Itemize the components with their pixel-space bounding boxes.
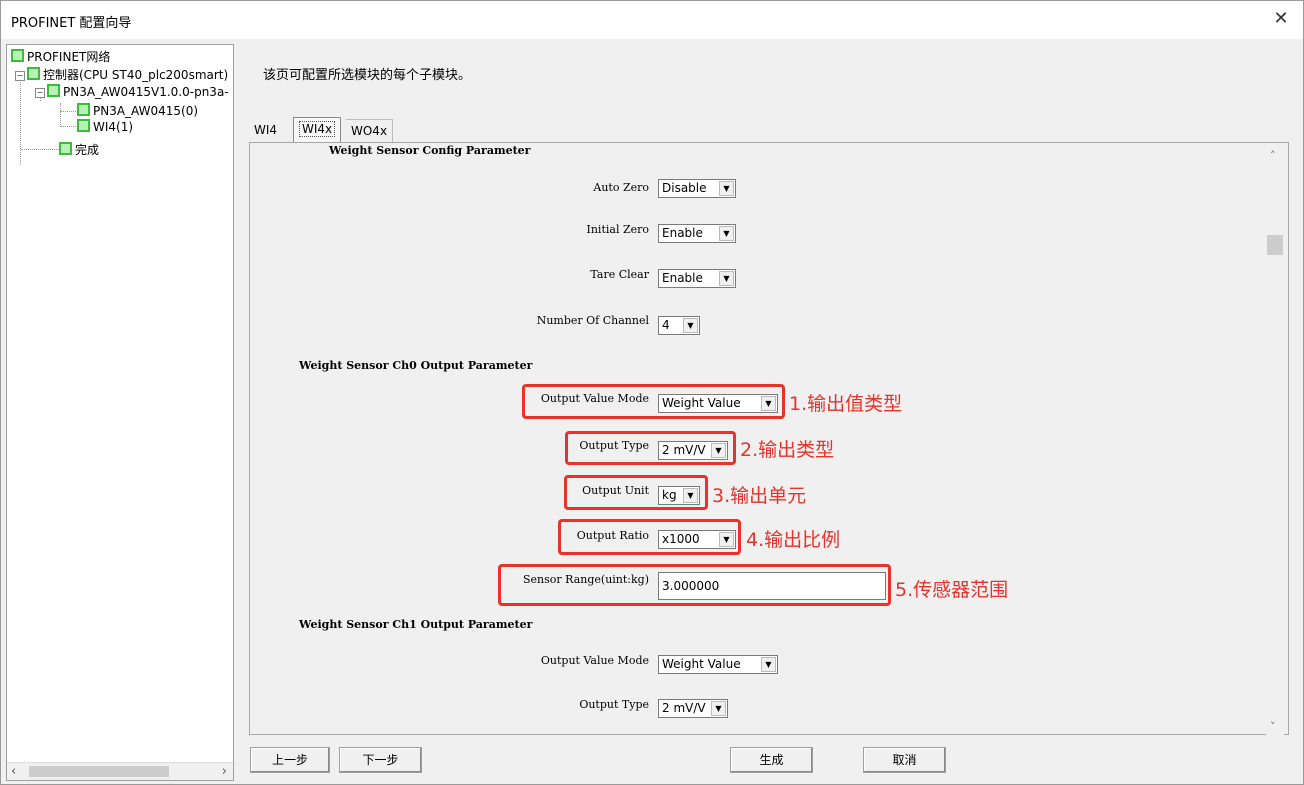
module-icon — [59, 142, 72, 155]
module-icon — [47, 84, 60, 97]
collapse-icon[interactable]: − — [15, 71, 25, 81]
dropdown-arrow-icon[interactable]: ▼ — [719, 226, 734, 241]
dropdown-arrow-icon[interactable]: ▼ — [719, 181, 734, 196]
tab-label: WO4x — [351, 124, 388, 138]
scroll-left-icon[interactable]: ‹ — [11, 764, 16, 779]
tree-item-label: 控制器(CPU ST40_plc200smart) — [43, 68, 229, 82]
tree-item-pn3a-device[interactable]: − PN3A_AW0415V1.0.0-pn3a- — [35, 84, 229, 99]
auto-zero-select[interactable]: Disable ▼ — [658, 179, 736, 198]
ch1-output-value-mode-label: Output Value Mode — [540, 654, 649, 667]
tree-item-label: WI4(1) — [93, 120, 134, 134]
annotation-label: 5.传感器范围 — [895, 579, 1009, 601]
select-value: Enable — [662, 271, 703, 285]
scroll-up-icon[interactable]: ˄ — [1270, 149, 1276, 162]
annotation-label: 3.输出单元 — [712, 485, 807, 507]
tree-item-pn3a-module[interactable]: PN3A_AW0415(0) — [77, 103, 198, 118]
tree-connector — [60, 103, 61, 127]
window-title: PROFINET 配置向导 — [11, 16, 132, 31]
tab-wi4[interactable]: WI4 — [249, 119, 283, 141]
tree-item-label: PN3A_AW0415(0) — [93, 104, 199, 118]
tare-clear-label: Tare Clear — [590, 268, 649, 281]
scrollbar-thumb[interactable] — [1267, 235, 1283, 255]
dropdown-arrow-icon[interactable]: ▼ — [761, 657, 776, 672]
tree-connector — [21, 149, 59, 150]
initial-zero-label: Initial Zero — [586, 223, 650, 236]
tab-wi4x[interactable]: WI4x — [293, 117, 342, 142]
select-value: Weight Value — [662, 657, 741, 671]
title-bar: PROFINET 配置向导 ✕ — [1, 1, 1303, 39]
annotation-label: 4.输出比例 — [746, 529, 841, 551]
next-button[interactable]: 下一步 — [339, 747, 422, 773]
number-of-channel-label: Number Of Channel — [536, 314, 649, 327]
tree-item-finish[interactable]: 完成 — [59, 142, 99, 157]
dropdown-arrow-icon[interactable]: ▼ — [683, 318, 698, 333]
module-icon — [77, 119, 90, 132]
number-of-channel-select[interactable]: 4 ▼ — [658, 316, 700, 335]
tab-label: WI4x — [299, 121, 336, 137]
annotation-box — [498, 564, 891, 606]
tree-horizontal-scrollbar[interactable]: ‹ › — [7, 762, 233, 780]
tree-connector — [60, 126, 76, 127]
initial-zero-select[interactable]: Enable ▼ — [658, 224, 736, 243]
cancel-button[interactable]: 取消 — [863, 747, 946, 773]
tree-item-label: PROFINET网络 — [27, 50, 111, 64]
dropdown-arrow-icon[interactable]: ▼ — [711, 701, 726, 716]
select-value: 2 mV/V — [662, 701, 706, 715]
close-icon[interactable]: ✕ — [1269, 7, 1293, 31]
ch1-output-type-select[interactable]: 2 mV/V ▼ — [658, 699, 728, 718]
prev-button[interactable]: 上一步 — [250, 747, 330, 773]
generate-button[interactable]: 生成 — [730, 747, 813, 773]
panel-vertical-scrollbar[interactable]: ˄ ˅ — [1266, 143, 1284, 735]
select-value: Disable — [662, 181, 707, 195]
ch1-output-value-mode-select[interactable]: Weight Value ▼ — [658, 655, 778, 674]
wizard-window: PROFINET 配置向导 ✕ PROFINET网络 − 控制器(CPU ST40… — [0, 0, 1304, 785]
scroll-right-icon[interactable]: › — [222, 764, 227, 779]
tare-clear-select[interactable]: Enable ▼ — [658, 269, 736, 288]
tab-wo4x[interactable]: WO4x — [346, 119, 394, 142]
module-icon — [77, 103, 90, 116]
tree-item-profinet-network[interactable]: PROFINET网络 — [11, 49, 110, 64]
tree-item-controller[interactable]: − 控制器(CPU ST40_plc200smart) — [15, 67, 228, 82]
section-header-ch0: Weight Sensor Ch0 Output Parameter — [299, 359, 533, 372]
annotation-box — [558, 519, 741, 555]
annotation-box — [564, 475, 708, 510]
tree-connector — [60, 111, 76, 112]
tree-item-wi4[interactable]: WI4(1) — [77, 119, 133, 134]
annotation-box — [565, 431, 736, 465]
scrollbar-thumb[interactable] — [29, 766, 169, 777]
module-icon — [27, 67, 40, 80]
select-value: 4 — [662, 318, 670, 332]
navigation-tree[interactable]: PROFINET网络 − 控制器(CPU ST40_plc200smart) − P… — [6, 44, 234, 781]
tree-item-label: PN3A_AW0415V1.0.0-pn3a- — [63, 85, 229, 99]
annotation-box — [522, 384, 785, 419]
section-header-ch1: Weight Sensor Ch1 Output Parameter — [299, 618, 533, 631]
page-description: 该页可配置所选模块的每个子模块。 — [263, 68, 472, 83]
collapse-icon[interactable]: − — [35, 88, 45, 98]
tree-item-label: 完成 — [75, 143, 100, 157]
scroll-down-icon[interactable]: ˅ — [1270, 720, 1276, 733]
dropdown-arrow-icon[interactable]: ▼ — [719, 271, 734, 286]
module-icon — [11, 49, 24, 62]
tab-label: WI4 — [254, 123, 278, 137]
annotation-label: 1.输出值类型 — [789, 393, 903, 415]
select-value: Enable — [662, 226, 703, 240]
ch1-output-type-label: Output Type — [579, 698, 649, 711]
tree-connector — [20, 73, 21, 165]
annotation-label: 2.输出类型 — [740, 439, 835, 461]
auto-zero-label: Auto Zero — [593, 181, 649, 194]
section-header-config: Weight Sensor Config Parameter — [329, 144, 531, 157]
